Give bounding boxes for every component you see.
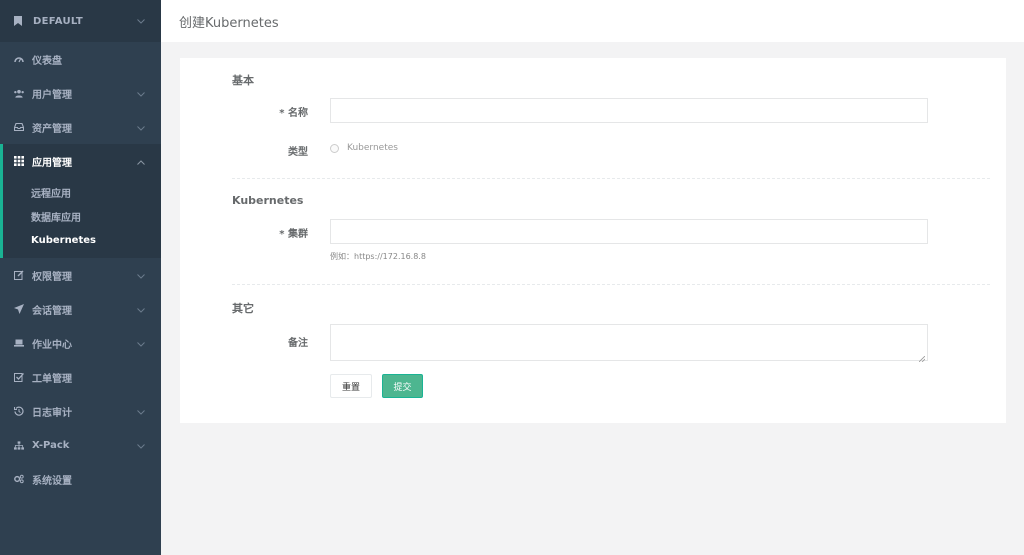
sidebar-item-settings[interactable]: 系统设置 [0,462,161,496]
chevron-down-icon [137,123,145,134]
section-title-kubernetes: Kubernetes [232,194,304,207]
sidebar-item-label: 工单管理 [32,373,72,385]
inbox-icon [14,123,24,131]
rocket-icon [14,304,24,314]
comment-label: 备注 [288,338,308,349]
resize-grip-icon[interactable] [918,352,926,363]
type-label: 类型 [288,147,308,158]
create-form-card: 基本 * 名称 类型 Kubernetes Kubernetes * 集群 例如… [180,58,1006,423]
sidebar-item-label: 作业中心 [32,339,72,351]
apps-grid-icon [14,156,24,166]
chevron-down-icon [137,305,145,316]
sidebar-item-sessions[interactable]: 会话管理 [0,292,161,326]
submit-button[interactable]: 提交 [382,374,423,398]
sidebar-item-users[interactable]: 用户管理 [0,76,161,110]
cluster-input[interactable] [330,219,928,244]
page-header: 创建Kubernetes [161,0,1024,42]
section-divider [232,178,990,179]
sidebar-item-label: 应用管理 [32,157,72,169]
sidebar-item-permissions[interactable]: 权限管理 [0,258,161,292]
laptop-icon [14,339,24,347]
sidebar-subitem-database-apps[interactable]: 数据库应用 [3,204,161,228]
type-radio-kubernetes[interactable]: Kubernetes [330,143,398,153]
chevron-down-icon [137,271,145,282]
name-input[interactable] [330,98,928,123]
chevron-down-icon [137,89,145,100]
name-label: * 名称 [279,108,308,119]
dashboard-icon [14,55,24,63]
sitemap-icon [14,440,24,450]
page-title: 创建Kubernetes [179,15,279,31]
sidebar-item-jobs[interactable]: 作业中心 [0,326,161,360]
chevron-down-icon [137,441,145,452]
sidebar-item-xpack[interactable]: X-Pack [0,428,161,462]
sidebar-subitem-remote-apps[interactable]: 远程应用 [3,180,161,204]
sidebar-submenu: 远程应用 数据库应用 Kubernetes [0,178,161,258]
sidebar-item-audits[interactable]: 日志审计 [0,394,161,428]
history-icon [14,406,24,416]
sidebar: DEFAULT 仪表盘 用户管理 资产管理 应用管理 远程应用 数据库应用 Ku… [0,0,161,555]
sidebar-item-label: 会话管理 [32,305,72,317]
sidebar-item-assets[interactable]: 资产管理 [0,110,161,144]
cluster-label: * 集群 [279,229,308,240]
comment-textarea[interactable] [330,324,928,363]
radio-circle-icon [330,143,339,153]
sidebar-item-label: 用户管理 [32,89,72,101]
section-divider [232,284,990,285]
reset-button[interactable]: 重置 [330,374,372,398]
sidebar-item-tickets[interactable]: 工单管理 [0,360,161,394]
sidebar-item-label: 日志审计 [32,407,72,419]
sidebar-item-label: 仪表盘 [32,55,62,67]
gears-icon [14,474,24,484]
sidebar-item-dashboard[interactable]: 仪表盘 [0,42,161,76]
sidebar-item-label: X-Pack [32,439,70,451]
chevron-down-icon [137,16,145,27]
sidebar-subitem-kubernetes[interactable]: Kubernetes [3,228,161,252]
org-name: DEFAULT [33,15,84,27]
sidebar-item-applications[interactable]: 应用管理 [0,144,161,178]
chevron-down-icon [137,407,145,418]
section-title-other: 其它 [232,302,254,315]
sidebar-item-label: 系统设置 [32,475,72,487]
check-square-icon [14,372,24,382]
bookmark-icon [14,16,24,26]
org-selector[interactable]: DEFAULT [0,0,161,42]
chevron-down-icon [137,339,145,350]
type-option-label: Kubernetes [347,143,398,153]
users-icon [14,89,24,98]
sidebar-item-label: 资产管理 [32,123,72,135]
cluster-hint: 例如：https://172.16.8.8 [330,252,426,261]
section-title-basic: 基本 [232,74,254,87]
sidebar-item-label: 权限管理 [32,271,72,283]
chevron-up-icon [137,157,145,168]
edit-icon [14,270,24,280]
footer-area [161,548,1024,555]
